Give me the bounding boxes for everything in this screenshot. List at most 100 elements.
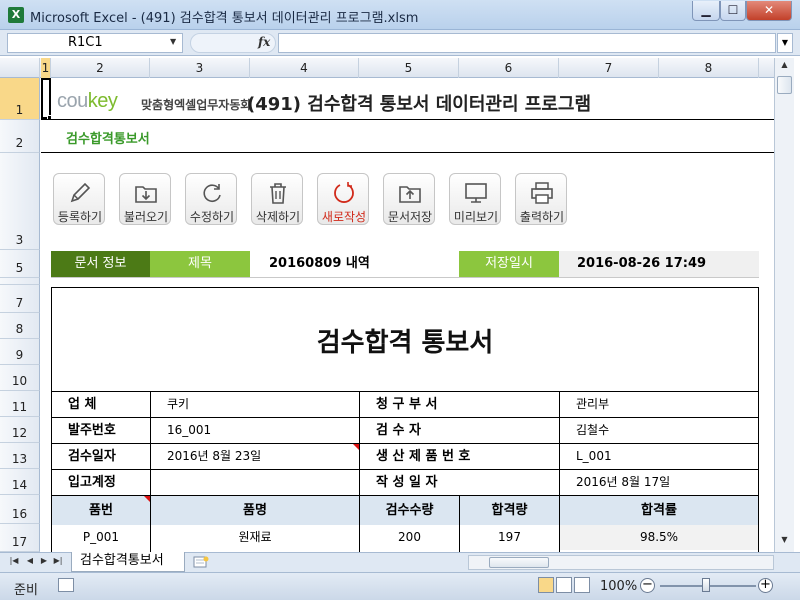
lot-value[interactable]: L_001	[560, 444, 758, 469]
column-header[interactable]: 8	[659, 58, 759, 78]
table-header-part-no: 품번	[52, 496, 150, 525]
row-header[interactable]	[0, 278, 40, 285]
expand-formula-bar-button[interactable]: ▼	[777, 33, 793, 53]
zoom-out-button[interactable]: −	[640, 578, 655, 593]
doc-title-label: 제목	[150, 251, 250, 277]
preview-button[interactable]: 미리보기	[449, 173, 501, 225]
prev-sheet-icon[interactable]: ◀	[24, 556, 36, 565]
name-box[interactable]: R1C1	[7, 33, 183, 53]
row-header[interactable]: 7	[0, 285, 40, 313]
row-header[interactable]: 3	[0, 153, 40, 250]
column-header[interactable]: 7	[559, 58, 659, 78]
formula-input[interactable]	[278, 33, 776, 53]
zoom-in-button[interactable]: +	[758, 578, 773, 593]
row-header[interactable]: 10	[0, 365, 40, 391]
page-layout-view-icon[interactable]	[556, 577, 572, 593]
table-cell[interactable]: P_001	[52, 525, 150, 550]
dept-value[interactable]: 관리부	[560, 392, 758, 417]
scroll-up-icon[interactable]: ▲	[777, 60, 792, 74]
table-cell[interactable]: 원재료	[151, 525, 359, 550]
insert-sheet-icon[interactable]	[190, 555, 214, 570]
edit-button[interactable]: 수정하기	[185, 173, 237, 225]
logo-tagline: 맞춤형엑셀업무자동화	[141, 98, 252, 112]
scrollbar-thumb[interactable]	[489, 557, 549, 568]
chevron-down-icon[interactable]: ▼	[170, 37, 176, 46]
macro-record-icon[interactable]	[58, 578, 74, 592]
minimize-button[interactable]: ▁	[692, 1, 720, 21]
first-sheet-icon[interactable]: |◀	[8, 556, 20, 565]
row-header[interactable]: 1	[0, 78, 40, 120]
report-title: 검수합격 통보서	[316, 328, 494, 358]
register-label: 등록하기	[57, 210, 103, 224]
divider	[41, 119, 774, 120]
save-document-button[interactable]: 문서저장	[383, 173, 435, 225]
normal-view-icon[interactable]	[538, 577, 554, 593]
logo-brand-b: key	[87, 90, 118, 112]
comment-indicator[interactable]	[353, 444, 359, 450]
row-header[interactable]: 13	[0, 443, 40, 469]
inspect-date-value[interactable]: 2016년 8월 23일	[151, 444, 359, 469]
inspector-value[interactable]: 김철수	[560, 418, 758, 443]
column-header[interactable]: 1	[41, 58, 51, 78]
delete-label: 삭제하기	[255, 210, 301, 224]
register-button[interactable]: 등록하기	[53, 173, 105, 225]
insert-function-icon[interactable]: fx	[258, 35, 270, 49]
status-ready: 준비	[14, 583, 38, 598]
last-sheet-icon[interactable]: ▶|	[52, 556, 64, 565]
doc-title-value[interactable]: 20160809 내역	[251, 251, 459, 277]
printer-icon	[531, 182, 553, 204]
excel-icon[interactable]: X	[8, 7, 24, 23]
column-header[interactable]: 5	[359, 58, 459, 78]
print-button[interactable]: 출력하기	[515, 173, 567, 225]
row-header[interactable]: 12	[0, 417, 40, 443]
order-no-value[interactable]: 16_001	[151, 418, 359, 443]
page-break-view-icon[interactable]	[574, 577, 590, 593]
vendor-value[interactable]: 쿠키	[151, 392, 359, 417]
active-cell[interactable]	[41, 78, 51, 119]
select-all-corner[interactable]	[0, 58, 40, 78]
column-header[interactable]: 6	[459, 58, 559, 78]
horizontal-scrollbar[interactable]	[468, 555, 774, 570]
delete-button[interactable]: 삭제하기	[251, 173, 303, 225]
row-header[interactable]: 14	[0, 469, 40, 495]
next-sheet-icon[interactable]: ▶	[38, 556, 50, 565]
account-label: 입고계정	[68, 470, 148, 495]
maximize-button[interactable]: ☐	[720, 1, 746, 21]
load-button[interactable]: 불러오기	[119, 173, 171, 225]
edit-label: 수정하기	[189, 210, 235, 224]
table-cell[interactable]: 98.5%	[560, 525, 758, 550]
row-header[interactable]: 5	[0, 250, 40, 278]
row-header[interactable]: 8	[0, 313, 40, 339]
row-header[interactable]: 2	[0, 120, 40, 153]
logo: coukey	[57, 90, 118, 113]
inspector-label: 검 수 자	[376, 418, 556, 443]
row-header[interactable]: 11	[0, 391, 40, 417]
column-header[interactable]: 4	[250, 58, 359, 78]
created-label: 작 성 일 자	[376, 470, 556, 495]
row-header[interactable]: 16	[0, 495, 40, 524]
table-header-passed-qty: 합격량	[460, 496, 559, 525]
column-header[interactable]: 2	[51, 58, 150, 78]
new-document-button[interactable]: 새로작성	[317, 173, 369, 225]
account-value[interactable]	[151, 470, 359, 495]
created-value[interactable]: 2016년 8월 17일	[560, 470, 758, 495]
zoom-level[interactable]: 100%	[600, 579, 637, 594]
new-circle-icon	[334, 182, 354, 203]
column-headers: 1 2 3 4 5 6 7 8	[0, 58, 774, 78]
comment-indicator[interactable]	[144, 496, 150, 502]
row-header[interactable]: 17	[0, 524, 40, 552]
table-cell[interactable]: 200	[360, 525, 459, 550]
column-header[interactable]: 3	[150, 58, 250, 78]
doc-saved-value[interactable]: 2016-08-26 17:49	[559, 251, 759, 277]
zoom-slider-thumb[interactable]	[702, 578, 710, 592]
sheet-tab[interactable]: 검수합격통보서	[71, 552, 185, 572]
scrollbar-thumb[interactable]	[777, 76, 792, 94]
table-cell[interactable]: 197	[460, 525, 559, 550]
sheet-tab-bar: |◀ ◀ ▶ ▶| 검수합격통보서	[0, 552, 800, 572]
vertical-scrollbar[interactable]: ▲ ▼	[774, 58, 794, 552]
worksheet[interactable]: coukey 맞춤형엑셀업무자동화 (491) 검수합격 통보서 데이터관리 프…	[41, 78, 774, 552]
close-button[interactable]: ✕	[746, 1, 792, 21]
scroll-down-icon[interactable]: ▼	[777, 535, 792, 549]
folder-download-icon	[135, 186, 157, 203]
row-header[interactable]: 9	[0, 339, 40, 365]
